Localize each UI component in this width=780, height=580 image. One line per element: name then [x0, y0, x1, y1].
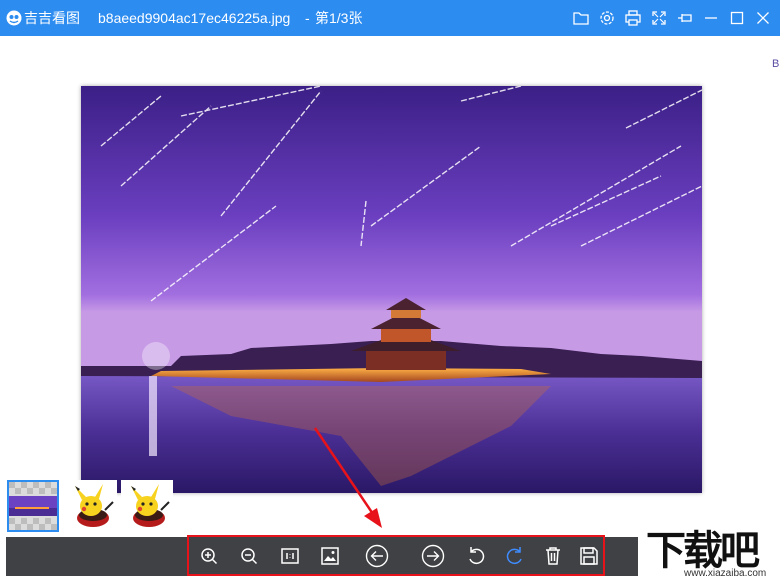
save-button[interactable]: [577, 544, 601, 568]
pikachu-thumbnail: [131, 484, 170, 527]
app-logo-icon: [6, 10, 22, 26]
page-count: 第1/3张: [315, 10, 363, 26]
zoom-in-button[interactable]: [197, 544, 221, 568]
previous-image-button[interactable]: [365, 544, 389, 568]
settings-icon: [600, 11, 614, 25]
pin-button[interactable]: [676, 9, 694, 27]
close-icon: [757, 12, 769, 24]
pin-icon: [678, 14, 692, 22]
fit-image-icon: [321, 547, 339, 565]
settings-button[interactable]: [598, 9, 616, 27]
rotate-left-button[interactable]: [464, 544, 488, 568]
print-button[interactable]: [624, 9, 642, 27]
thumbnail-2[interactable]: [65, 480, 117, 532]
watermark: 下载吧 www.xiazaiba.com: [640, 520, 780, 580]
rotate-right-icon: [506, 547, 522, 565]
purple-night-photo-thumbnail: [9, 482, 57, 530]
folder-icon: [573, 12, 589, 25]
previous-icon: [365, 544, 389, 568]
file-name: b8aeed9904ac17ec46225a.jpg: [98, 10, 291, 26]
zoom-out-button[interactable]: [237, 544, 261, 568]
maximize-button[interactable]: [728, 9, 746, 27]
rotate-left-icon: [469, 547, 485, 565]
delete-button[interactable]: [541, 544, 565, 568]
thumbnail-1[interactable]: [7, 480, 59, 532]
fullscreen-button[interactable]: [650, 9, 668, 27]
minimize-icon: [705, 17, 717, 19]
annotation-arrow: [313, 427, 382, 528]
delete-icon: [546, 547, 560, 565]
save-icon: [580, 547, 598, 565]
app-name: 吉吉看图: [24, 10, 80, 26]
watermark-url: www.xiazaiba.com: [684, 568, 767, 579]
title-separator: -: [305, 10, 310, 26]
pikachu-thumbnail: [75, 484, 114, 527]
maximize-icon: [730, 11, 744, 25]
side-glyph: B: [772, 58, 780, 70]
actual-size-icon: [281, 548, 299, 564]
next-icon: [421, 544, 445, 568]
open-folder-button[interactable]: [572, 9, 590, 27]
zoom-in-icon: [201, 548, 218, 565]
fit-image-button[interactable]: [318, 544, 342, 568]
fullscreen-icon: [652, 11, 666, 25]
zoom-out-icon: [241, 548, 258, 565]
next-image-button[interactable]: [421, 544, 445, 568]
title-bar: 吉吉看图 b8aeed9904ac17ec46225a.jpg - 第1/3张: [0, 0, 780, 36]
close-button[interactable]: [754, 9, 772, 27]
thumbnail-3[interactable]: [121, 480, 173, 532]
print-icon: [625, 10, 641, 26]
minimize-button[interactable]: [702, 9, 720, 27]
rotate-right-button[interactable]: [503, 544, 527, 568]
actual-size-button[interactable]: [278, 544, 302, 568]
